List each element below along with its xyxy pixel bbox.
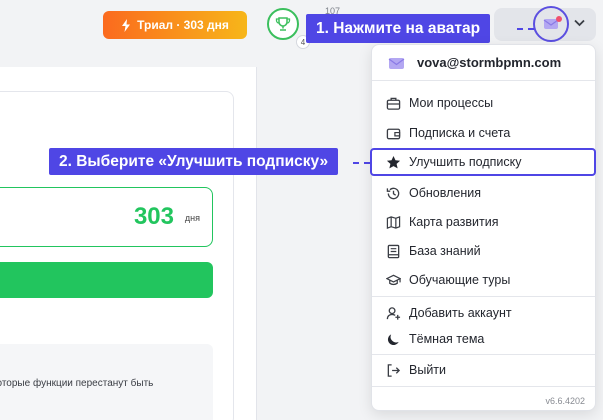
- menu-item-my-processes[interactable]: Мои процессы: [372, 89, 595, 117]
- trophy-icon: [275, 17, 291, 31]
- lightning-icon: [122, 18, 131, 32]
- menu-item-label: База знаний: [409, 244, 481, 258]
- avatar-highlight-ring: [533, 6, 569, 42]
- menu-divider: [372, 354, 595, 355]
- days-remaining-value: 303: [133, 203, 174, 230]
- app-version: v6.6.4202: [545, 396, 585, 406]
- history-icon: [386, 187, 400, 199]
- chevron-down-icon[interactable]: [574, 19, 585, 27]
- menu-item-label: Улучшить подписку: [409, 155, 522, 169]
- menu-item-label: Карта развития: [409, 215, 499, 229]
- info-note: которые функции перестанут быть: [0, 344, 213, 420]
- menu-item-label: Подписка и счета: [409, 126, 511, 140]
- star-icon: [386, 155, 401, 168]
- menu-item-subscription-billing[interactable]: Подписка и счета: [372, 119, 595, 147]
- menu-item-upgrade-subscription[interactable]: Улучшить подписку: [370, 148, 596, 176]
- info-note-text: которые функции перестанут быть: [0, 378, 154, 389]
- callout-connector-1: [517, 28, 534, 30]
- book-icon: [387, 244, 400, 258]
- account-dropdown-menu: vova@stormbpmn.com Мои процессы Подписка…: [370, 44, 596, 411]
- menu-item-tutorials[interactable]: Обучающие туры: [372, 266, 595, 294]
- wallet-icon: [386, 128, 401, 139]
- add-user-icon: [386, 306, 401, 320]
- callout-step-2: 2. Выберите «Улучшить подписку»: [49, 148, 339, 175]
- menu-item-add-account[interactable]: Добавить аккаунт: [372, 299, 595, 327]
- menu-item-label: Обучающие туры: [409, 273, 511, 287]
- briefcase-icon: [386, 97, 401, 110]
- menu-divider: [372, 386, 595, 387]
- account-email: vova@stormbpmn.com: [417, 55, 562, 70]
- days-remaining-box: 303 дня: [0, 187, 213, 247]
- menu-item-knowledge-base[interactable]: База знаний: [372, 237, 595, 265]
- menu-item-logout[interactable]: Выйти: [372, 356, 595, 384]
- menu-item-label: Добавить аккаунт: [409, 306, 512, 320]
- menu-item-label: Тёмная тема: [409, 332, 485, 346]
- menu-item-label: Мои процессы: [409, 96, 494, 110]
- menu-item-label: Выйти: [409, 363, 447, 377]
- menu-divider: [372, 80, 595, 81]
- map-icon: [386, 215, 401, 229]
- trial-badge-label: Триал · 303 дня: [137, 18, 229, 32]
- trial-badge[interactable]: Триал · 303 дня: [103, 11, 247, 39]
- primary-action-button[interactable]: [0, 262, 213, 298]
- moon-icon: [387, 333, 399, 345]
- menu-item-label: Обновления: [409, 186, 481, 200]
- menu-item-roadmap[interactable]: Карта развития: [372, 208, 595, 236]
- account-header: vova@stormbpmn.com: [372, 45, 595, 80]
- logout-icon: [387, 363, 401, 377]
- days-remaining-unit: дня: [184, 213, 200, 223]
- menu-divider: [372, 296, 595, 297]
- callout-step-1: 1. Нажмите на аватар: [306, 14, 491, 43]
- achievements-button[interactable]: [267, 8, 299, 40]
- menu-item-dark-theme[interactable]: Тёмная тема: [372, 325, 595, 353]
- graduation-cap-icon: [386, 274, 401, 285]
- account-avatar-icon: [388, 57, 405, 69]
- menu-item-updates[interactable]: Обновления: [372, 179, 595, 207]
- callout-connector-2: [353, 162, 370, 164]
